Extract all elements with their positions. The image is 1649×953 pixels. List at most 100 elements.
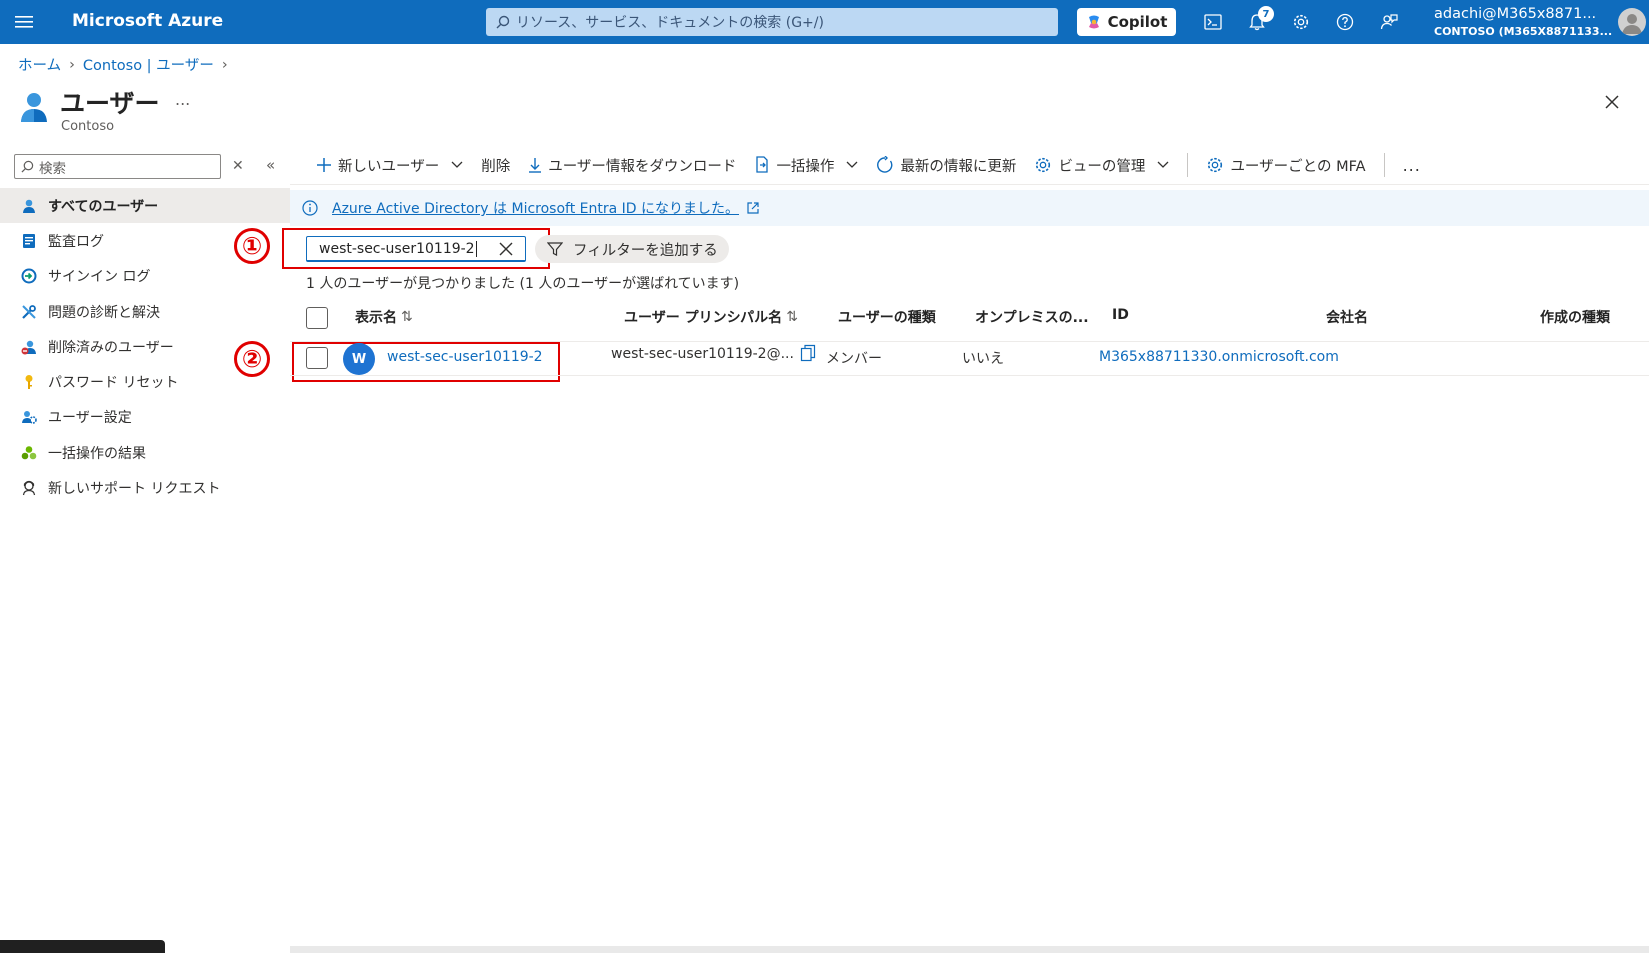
annotation-marker-1: ① [234,228,270,264]
settings-gear-icon[interactable] [1286,8,1316,36]
chevron-down-icon [846,161,858,169]
add-filter-button[interactable]: フィルターを追加する [535,235,729,263]
entra-id-link[interactable]: Azure Active Directory は Microsoft Entra… [332,198,759,218]
deleted-user-icon [20,338,38,356]
help-icon[interactable] [1330,8,1360,36]
command-bar-divider [290,184,1649,185]
delete-button[interactable]: 削除 [481,155,510,176]
column-header-upn[interactable]: ユーザー プリンシパル名 ⇅ [624,307,798,327]
chevron-right-icon: › [221,56,228,73]
brand-title[interactable]: Microsoft Azure [72,11,223,31]
bulk-operations-button[interactable]: 一括操作 [754,155,858,176]
result-count: 1 人のユーザーが見つかりました (1 人のユーザーが選ばれています) [306,276,740,292]
sidebar-item-user-settings[interactable]: ユーザー設定 [0,400,290,435]
audit-log-icon [20,232,38,250]
sidebar-item-label: 問題の診断と解決 [48,304,160,321]
sidebar-item-label: サインイン ログ [48,269,151,286]
close-icon[interactable] [1600,90,1624,114]
page-title: ユーザー [60,89,160,118]
feedback-icon[interactable] [1374,8,1404,36]
text-cursor [475,240,477,257]
sidebar-item-label: パスワード リセット [48,375,179,392]
sidebar-item-label: 一括操作の結果 [48,445,146,462]
copilot-button[interactable]: Copilot [1077,8,1176,36]
column-header-company[interactable]: 会社名 [1326,307,1368,327]
user-icon [20,197,38,215]
refresh-label: 最新の情報に更新 [900,158,1017,175]
cloud-shell-icon[interactable] [1198,8,1228,36]
copy-icon[interactable] [800,344,816,366]
clear-search-icon[interactable] [497,240,515,262]
user-principal-name: west-sec-user10119-2@... [611,346,794,362]
search-icon [496,15,510,29]
global-search-input[interactable]: リソース、サービス、ドキュメントの検索 (G+/) [486,8,1058,36]
row-checkbox[interactable] [306,347,328,369]
menu-icon[interactable] [10,10,38,34]
sidebar-search-placeholder: 検索 [39,160,66,177]
download-label: ユーザー情報をダウンロード [548,158,737,175]
sidebar-item-all-users[interactable]: すべてのユーザー [0,188,290,224]
breadcrumb-contoso-users[interactable]: Contoso | ユーザー [83,54,214,75]
column-header-display-name[interactable]: 表示名 ⇅ [355,307,413,327]
clear-search-icon[interactable]: ✕ [232,158,244,174]
sign-in-icon [20,267,38,285]
user-type-value: メンバー [826,351,882,367]
sidebar-item-support-request[interactable]: 新しいサポート リクエスト [0,470,290,505]
bulk-operations-icon [754,156,770,174]
page-more-button[interactable]: ... [175,90,190,109]
user-settings-icon [20,408,38,426]
account-name[interactable]: adachi@M365x8871... [1434,6,1596,22]
refresh-button[interactable]: 最新の情報に更新 [876,155,1016,176]
gear-icon [1206,156,1224,174]
sort-icon: ⇅ [401,309,413,325]
manage-view-button[interactable]: ビューの管理 [1034,155,1169,176]
command-bar: 新しいユーザー 削除 ユーザー情報をダウンロード 一括操作 最新の情報に更新 ビ… [316,152,1439,178]
row-divider [290,375,1649,376]
more-commands-button[interactable]: ... [1403,156,1421,175]
command-separator [1187,153,1189,177]
bulk-results-icon [20,444,38,462]
download-users-button[interactable]: ユーザー情報をダウンロード [528,155,736,176]
external-link-icon [747,202,759,214]
manage-view-label: ビューの管理 [1058,158,1146,175]
notification-count-badge: 7 [1258,6,1274,22]
new-user-label: 新しいユーザー [338,158,440,175]
identity-link[interactable]: M365x88711330.onmicrosoft.com [1099,349,1339,365]
chevron-down-icon [1157,161,1169,169]
key-icon [20,373,38,391]
new-user-button[interactable]: 新しいユーザー [316,155,463,176]
user-avatar: W [343,343,375,375]
plus-icon [316,157,332,173]
on-premises-value: いいえ [962,351,1004,367]
per-user-mfa-button[interactable]: ユーザーごとの MFA [1206,155,1366,176]
horizontal-scrollbar[interactable] [290,946,1649,953]
info-icon [302,200,318,216]
page-subtitle: Contoso [61,119,115,134]
annotation-marker-2: ② [234,341,270,377]
command-separator [1383,153,1385,177]
collapse-sidebar-icon[interactable]: « [266,156,275,174]
sidebar-item-diagnose[interactable]: 問題の診断と解決 [0,294,290,329]
sidebar-item-label: ユーザー設定 [48,410,132,427]
column-header-on-premises[interactable]: オンプレミスの... [975,307,1089,327]
account-avatar[interactable] [1618,8,1646,36]
user-display-name-link[interactable]: west-sec-user10119-2 [387,349,543,365]
select-all-checkbox[interactable] [306,307,328,329]
global-search-placeholder: リソース、サービス、ドキュメントの検索 (G+/) [516,15,824,31]
column-header-identity[interactable]: ID [1112,307,1129,323]
sidebar-search-input[interactable]: 検索 [14,154,221,179]
sidebar-item-sign-in-log[interactable]: サインイン ログ [0,259,290,294]
sidebar-item-label: 新しいサポート リクエスト [48,481,221,498]
top-bar: Microsoft Azure リソース、サービス、ドキュメントの検索 (G+/… [0,0,1649,44]
info-banner: Azure Active Directory は Microsoft Entra… [290,190,1649,226]
sidebar-item-bulk-results[interactable]: 一括操作の結果 [0,435,290,470]
account-tenant[interactable]: CONTOSO (M365X8871133... [1434,25,1612,38]
column-header-creation-type[interactable]: 作成の種類 [1540,307,1610,327]
banner-text: Azure Active Directory は Microsoft Entra… [332,201,740,217]
chevron-right-icon: › [69,56,75,73]
user-search-input[interactable]: west-sec-user10119-2 [306,236,526,262]
sidebar-item-label: 監査ログ [48,233,104,250]
column-header-user-type[interactable]: ユーザーの種類 [838,307,936,327]
breadcrumb-home[interactable]: ホーム [18,54,61,75]
support-icon [20,479,38,497]
